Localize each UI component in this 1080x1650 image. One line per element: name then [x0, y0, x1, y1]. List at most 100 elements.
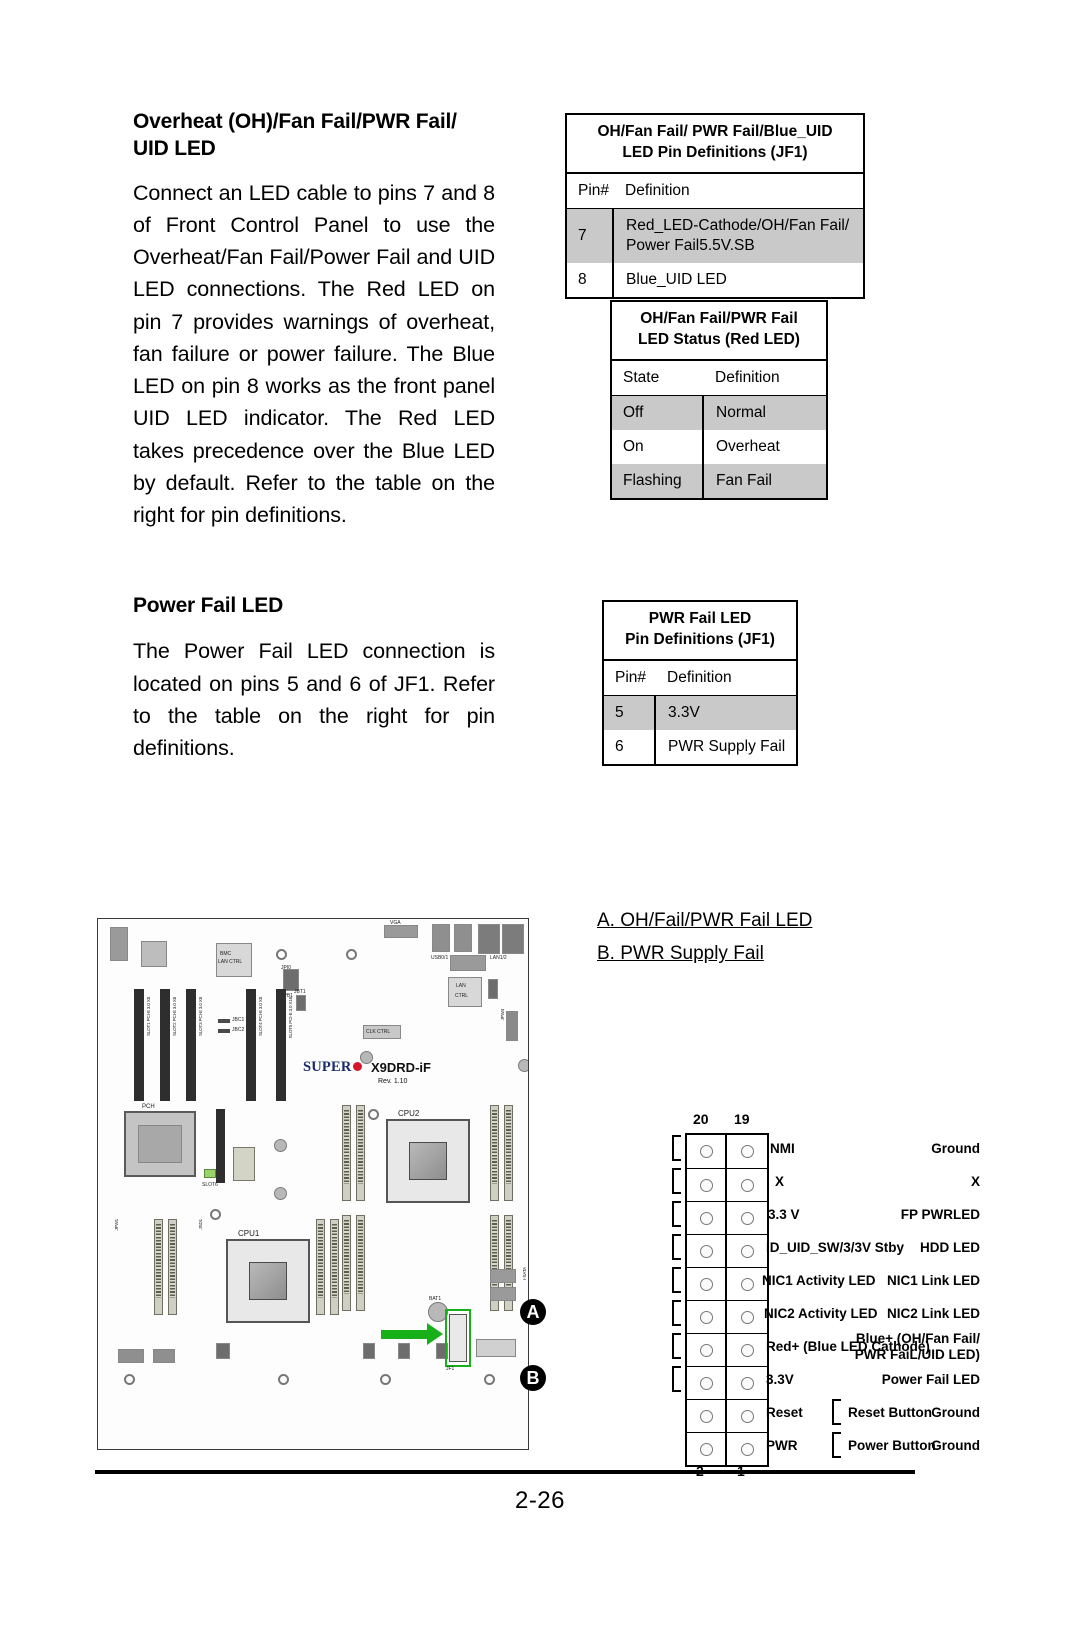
pin-label-right-id-uid-sw: ID_UID_SW/3/3V Stby — [766, 1240, 905, 1255]
mounting-hole — [346, 949, 357, 960]
section-heading-power-fail: Power Fail LED — [133, 594, 284, 617]
capacitor — [274, 1187, 287, 1200]
brace-right-reset — [832, 1399, 841, 1425]
label-slot-4: SLOT4 PCI-E 3.0 X8 — [258, 997, 263, 1037]
label-cpu2: CPU2 — [398, 1109, 420, 1118]
pin-hole-icon — [740, 1376, 754, 1390]
dimm-slot — [356, 1105, 365, 1201]
jumper-jbc1 — [218, 1019, 230, 1023]
pin-hole-cell — [727, 1202, 767, 1234]
column-header-definition: Definition — [703, 359, 827, 396]
table-row: 7 Red_LED-Cathode/OH/Fan Fail/ Power Fai… — [566, 208, 864, 263]
cell-pin: 6 — [615, 737, 624, 755]
table-row: 5 3.3V — [603, 695, 797, 730]
sata-port-group — [490, 1287, 516, 1301]
pin-label-right-red-plus: Red+ (Blue LED Cathode) — [766, 1339, 930, 1354]
label-clk-ctrl: CLK CTRL — [366, 1029, 391, 1035]
table-caption-line2: Pin Definitions (JF1) — [625, 630, 775, 648]
brace-left — [672, 1300, 681, 1326]
table-jf1-led-pin-definitions: OH/Fan Fail/ PWR Fail/Blue_UID LED Pin D… — [565, 113, 865, 299]
pin-hole-cell — [687, 1169, 727, 1201]
label-cpu1: CPU1 — [238, 1229, 260, 1238]
pin-hole-icon — [699, 1244, 713, 1258]
label-lan12: LAN1/2 — [490, 955, 507, 961]
label-slot-3: SLOT3 PCI-E 3.0 X8 — [198, 997, 203, 1037]
mounting-hole — [276, 949, 287, 960]
pin-hole-cell — [727, 1433, 767, 1465]
pin-hole-icon — [740, 1145, 754, 1158]
pin-hole-icon — [740, 1343, 754, 1357]
front-panel-audio-header — [153, 1349, 175, 1363]
label-jbc2: JBC2 — [232, 1027, 245, 1033]
label-bmc-lanctrl: LAN CTRL — [218, 959, 243, 965]
pin-label-right-3-3v: 3.3 V — [768, 1207, 800, 1222]
cell-definition: Red_LED-Cathode/OH/Fan Fail/ Power Fail5… — [612, 208, 864, 263]
table-row: Flashing Fan Fail — [611, 463, 827, 499]
pin-hole-cell — [727, 1169, 767, 1201]
pin-hole-icon — [740, 1277, 754, 1291]
dimm-slot — [342, 1105, 351, 1201]
table-row: 8 Blue_UID LED — [566, 262, 864, 298]
cpu1-die — [248, 1261, 288, 1301]
pch-die — [138, 1125, 182, 1163]
pin-label-left-power-fail-led: Power Fail LED — [881, 1372, 980, 1387]
table-caption: OH/Fan Fail/ PWR Fail/Blue_UID LED Pin D… — [566, 114, 864, 174]
pin-row — [687, 1300, 767, 1333]
pin-hole-icon — [699, 1277, 713, 1291]
table-header-row: Pin# Definition — [603, 659, 797, 696]
pin-hole-icon — [740, 1244, 754, 1258]
button-label-reset: Reset Button — [848, 1405, 932, 1420]
supermicro-logo: SUPER — [303, 1059, 362, 1076]
table-row: On Overheat — [611, 429, 827, 464]
mounting-hole — [278, 1374, 289, 1385]
rear-io-keyboard-mouse — [110, 927, 128, 961]
table-caption-line2: LED Status (Red LED) — [638, 330, 800, 348]
pin-label-right-3-3v-2: 3.3V — [766, 1372, 794, 1387]
pin-hole-cell — [727, 1301, 767, 1333]
pin-hole-cell — [687, 1400, 727, 1432]
pin-hole-cell — [727, 1367, 767, 1399]
table-caption-line1: OH/Fan Fail/PWR Fail — [640, 310, 798, 327]
cell-definition: Blue_UID LED — [612, 262, 864, 298]
brace-left — [672, 1366, 681, 1392]
pin-hole-icon — [699, 1343, 713, 1357]
legend-item-a: A. OH/Fail/PWR Fail LED — [597, 910, 813, 931]
label-jbt1: JBT1 — [294, 989, 306, 995]
label-slot-5: SLOT5 PCI-E 3.0 X16 — [288, 997, 293, 1039]
jf1-pin-diagram: 20 19 2 1 Ground X FP PWRLED HDD LED NIC… — [520, 1105, 980, 1479]
pin-row — [687, 1234, 767, 1267]
pin-hole-icon — [699, 1442, 713, 1456]
mounting-hole — [380, 1374, 391, 1385]
pin-hole-icon — [699, 1211, 713, 1225]
label-bmc: BMC — [220, 951, 232, 957]
pin-label-left-ground-20: Ground — [931, 1141, 980, 1156]
cell-state: Off — [611, 395, 703, 430]
legend-item-b: B. PWR Supply Fail — [597, 943, 764, 965]
section-power-fail-led: Power Fail LED The Power Fail LED connec… — [133, 592, 495, 764]
table-caption: PWR Fail LED Pin Definitions (JF1) — [603, 601, 797, 661]
pin-hole-icon — [699, 1376, 713, 1390]
mounting-hole — [368, 1109, 379, 1120]
motherboard-model-label: X9DRD-iF — [371, 1060, 431, 1075]
pin-hole-icon — [740, 1178, 754, 1192]
cell-state: On — [623, 437, 644, 455]
mounting-hole — [124, 1374, 135, 1385]
table-header-row: State Definition — [611, 359, 827, 396]
dimm-slot — [504, 1105, 513, 1201]
pin-hole-cell — [727, 1334, 767, 1366]
pcie-slot — [186, 989, 196, 1101]
pin-label-left-x: X — [970, 1174, 980, 1189]
pin-hole-cell — [727, 1400, 767, 1432]
pin-label-right-nic2-activity-led: NIC2 Activity LED — [764, 1306, 878, 1321]
column-header-pin: Pin# — [566, 172, 614, 209]
rear-io-lan-port-1 — [478, 924, 500, 954]
dimm-slot — [490, 1105, 499, 1201]
brace-right-power — [832, 1432, 841, 1458]
pci-slot-lower — [216, 1109, 225, 1183]
jf1-highlight-box — [445, 1309, 471, 1367]
brace-left — [672, 1168, 681, 1194]
cpu1-socket — [226, 1239, 310, 1323]
pin-grid — [685, 1133, 769, 1467]
column-header-definition: Definition — [613, 172, 864, 209]
pin-hole-icon — [699, 1409, 713, 1423]
